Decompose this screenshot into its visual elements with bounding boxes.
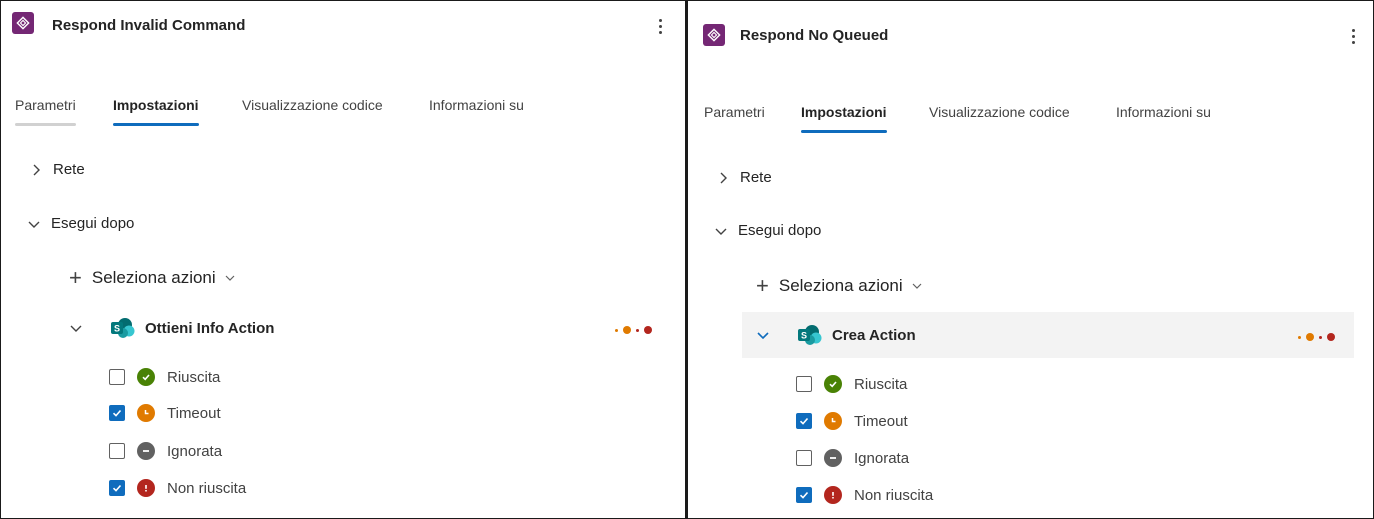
status-row-non-riuscita[interactable]: Non riuscita (796, 482, 933, 508)
select-actions-label: Seleziona azioni (778, 276, 903, 295)
status-dots (615, 326, 652, 334)
section-label: Rete (740, 169, 772, 186)
checkbox[interactable] (109, 405, 125, 421)
chevron-down-icon (28, 221, 40, 228)
sharepoint-icon: S (109, 317, 135, 339)
checkbox[interactable] (796, 376, 812, 392)
checkbox[interactable] (109, 480, 125, 496)
failed-icon (824, 486, 842, 504)
status-row-non-riuscita[interactable]: Non riuscita (109, 475, 246, 501)
tab-visualizzazione-codice[interactable]: Visualizzazione codice (929, 104, 1070, 120)
action-panel-respond-no-queued: Respond No Queued Parametri Impostazioni… (688, 1, 1372, 518)
section-label: Rete (53, 161, 85, 178)
action-row[interactable]: S Ottieni Info Action (57, 305, 677, 351)
skipped-icon (137, 442, 155, 460)
select-actions-label: Seleziona azioni (91, 268, 216, 287)
panel-header: Respond Invalid Command (1, 1, 685, 51)
checkbox[interactable] (796, 450, 812, 466)
panel-title: Respond Invalid Command (52, 17, 246, 34)
success-icon (137, 368, 155, 386)
section-label: Esegui dopo (51, 215, 135, 232)
status-label: Riuscita (854, 375, 908, 393)
panel-title: Respond No Queued (740, 27, 889, 44)
status-label: Non riuscita (854, 486, 934, 504)
chevron-down-icon[interactable] (756, 328, 770, 342)
section-esegui-dopo[interactable]: Esegui dopo (27, 215, 134, 232)
tab-impostazioni[interactable]: Impostazioni (801, 104, 887, 133)
select-actions-button[interactable]: + Seleziona azioni (69, 267, 236, 289)
tab-bar: Parametri Impostazioni Visualizzazione c… (1, 97, 685, 133)
checkbox[interactable] (109, 443, 125, 459)
panel-header: Respond No Queued (688, 1, 1372, 51)
status-row-ignorata[interactable]: Ignorata (109, 438, 222, 464)
section-label: Esegui dopo (738, 222, 822, 239)
section-rete[interactable]: Rete (716, 169, 772, 186)
status-row-riuscita[interactable]: Riuscita (109, 364, 220, 390)
power-automate-icon (12, 12, 34, 34)
chevron-down-icon (225, 275, 235, 281)
select-actions-button[interactable]: + Seleziona azioni (756, 275, 923, 297)
tab-parametri[interactable]: Parametri (704, 104, 765, 120)
tab-impostazioni[interactable]: Impostazioni (113, 97, 199, 126)
more-vertical-icon[interactable] (653, 15, 667, 37)
tab-bar: Parametri Impostazioni Visualizzazione c… (688, 104, 1372, 140)
sharepoint-icon: S (796, 324, 822, 346)
chevron-down-icon (715, 228, 727, 235)
add-icon: + (69, 265, 82, 290)
section-rete[interactable]: Rete (29, 161, 85, 178)
status-label: Timeout (854, 412, 908, 430)
status-row-riuscita[interactable]: Riuscita (796, 371, 907, 397)
action-name: Crea Action (832, 326, 916, 344)
status-label: Riuscita (167, 368, 221, 386)
power-automate-icon (703, 24, 725, 46)
chevron-down-icon[interactable] (69, 321, 83, 335)
action-name: Ottieni Info Action (145, 319, 275, 337)
checkbox[interactable] (796, 487, 812, 503)
status-row-timeout[interactable]: Timeout (109, 400, 221, 426)
action-panel-respond-invalid-command: Respond Invalid Command Parametri Impost… (1, 1, 685, 518)
failed-icon (137, 479, 155, 497)
chevron-right-icon (720, 172, 727, 183)
skipped-icon (824, 449, 842, 467)
timeout-icon (137, 404, 155, 422)
status-row-timeout[interactable]: Timeout (796, 408, 908, 434)
status-dots (1298, 333, 1335, 341)
status-label: Non riuscita (167, 479, 247, 497)
checkbox[interactable] (109, 369, 125, 385)
action-row[interactable]: S Crea Action (742, 312, 1354, 358)
add-icon: + (756, 273, 769, 298)
chevron-right-icon (33, 164, 40, 175)
tab-informazioni-su[interactable]: Informazioni su (1116, 104, 1211, 120)
status-label: Timeout (167, 404, 221, 422)
tab-parametri[interactable]: Parametri (15, 97, 76, 126)
tab-visualizzazione-codice[interactable]: Visualizzazione codice (242, 97, 383, 113)
chevron-down-icon (912, 283, 922, 289)
status-label: Ignorata (854, 449, 910, 467)
checkbox[interactable] (796, 413, 812, 429)
section-esegui-dopo[interactable]: Esegui dopo (714, 222, 821, 239)
svg-text:S: S (114, 324, 120, 334)
svg-text:S: S (801, 331, 807, 341)
more-vertical-icon[interactable] (1346, 25, 1360, 47)
status-label: Ignorata (167, 442, 223, 460)
timeout-icon (824, 412, 842, 430)
status-row-ignorata[interactable]: Ignorata (796, 445, 909, 471)
success-icon (824, 375, 842, 393)
tab-informazioni-su[interactable]: Informazioni su (429, 97, 524, 113)
